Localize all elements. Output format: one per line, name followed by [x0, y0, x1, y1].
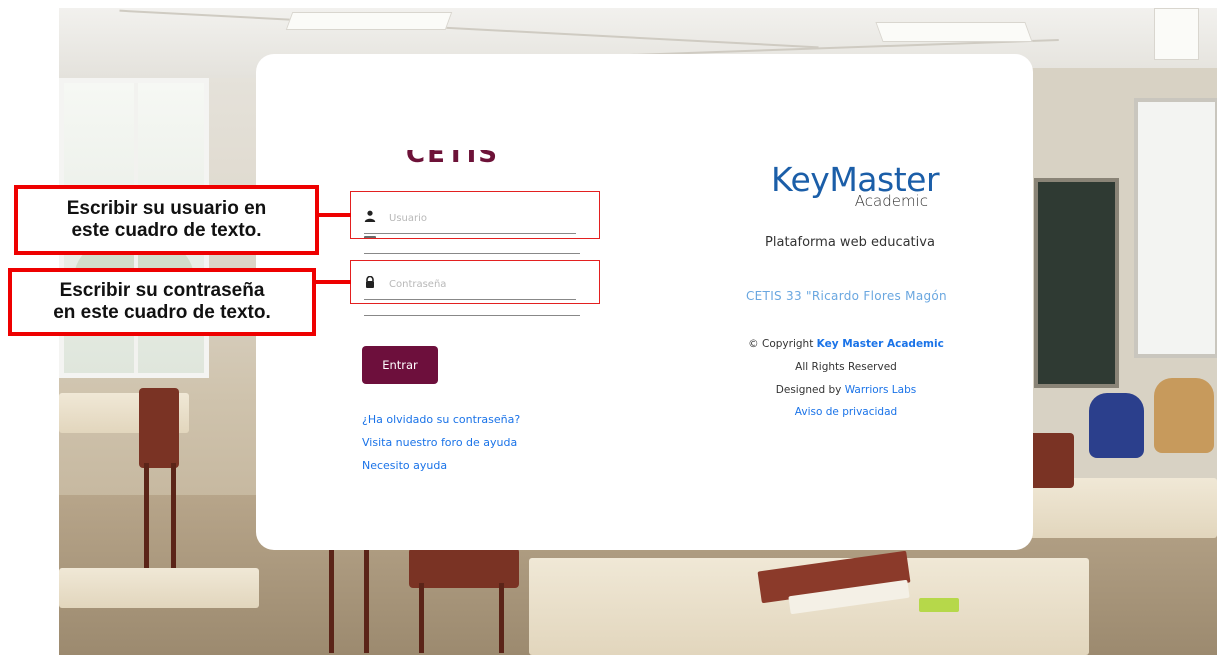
whiteboard [1134, 98, 1217, 358]
keymaster-logo: KeyMaster Academic [771, 160, 941, 214]
enter-button[interactable]: Entrar [362, 346, 438, 384]
password-callout-line-1: Escribir su contraseña [59, 280, 265, 301]
blue-backpack [1089, 393, 1144, 458]
designed-by-line: Designed by Warriors Labs [736, 384, 956, 396]
username-highlight-box [350, 191, 600, 239]
username-callout-connector [318, 213, 351, 217]
school-full-name: CETIS 33 "Ricardo Flores Magón" [746, 281, 946, 303]
copyright-line: © Copyright Key Master Academic [736, 338, 956, 350]
privacy-line: Aviso de privacidad [736, 406, 956, 418]
copyright-prefix: © Copyright [748, 338, 817, 350]
password-callout: Escribir su contraseña en este cuadro de… [8, 268, 316, 336]
tagline: Plataforma web educativa [765, 235, 935, 250]
school-name-text: CETIS 33 [406, 150, 536, 164]
warriors-labs-link[interactable]: Warriors Labs [845, 384, 916, 396]
school-name-heading: CETIS 33 [406, 150, 536, 164]
copyright-brand: Key Master Academic [816, 338, 944, 350]
need-help-link[interactable]: Necesito ayuda [362, 459, 447, 472]
chalkboard [1034, 178, 1119, 388]
privacy-notice-link[interactable]: Aviso de privacidad [795, 406, 897, 418]
school-full-name-text: CETIS 33 "Ricardo Flores Magón" [746, 289, 946, 303]
leopard-handbag [1154, 378, 1214, 453]
duplicate-field-line [364, 315, 580, 316]
designed-by-prefix: Designed by [775, 384, 845, 396]
username-callout-line-2: este cuadro de texto. [71, 220, 262, 241]
password-callout-connector [314, 280, 351, 284]
password-highlight-box [350, 260, 600, 304]
duplicate-field-line [364, 253, 580, 254]
rights-reserved: All Rights Reserved [795, 361, 897, 373]
password-callout-line-2: en este cuadro de texto. [53, 302, 271, 323]
username-callout: Escribir su usuario en este cuadro de te… [14, 185, 319, 255]
brand-subtitle: Academic [854, 192, 928, 210]
username-callout-line-1: Escribir su usuario en [66, 198, 267, 219]
help-forum-link[interactable]: Visita nuestro foro de ayuda [362, 436, 517, 449]
forgot-password-link[interactable]: ¿Ha olvidado su contraseña? [362, 413, 520, 426]
